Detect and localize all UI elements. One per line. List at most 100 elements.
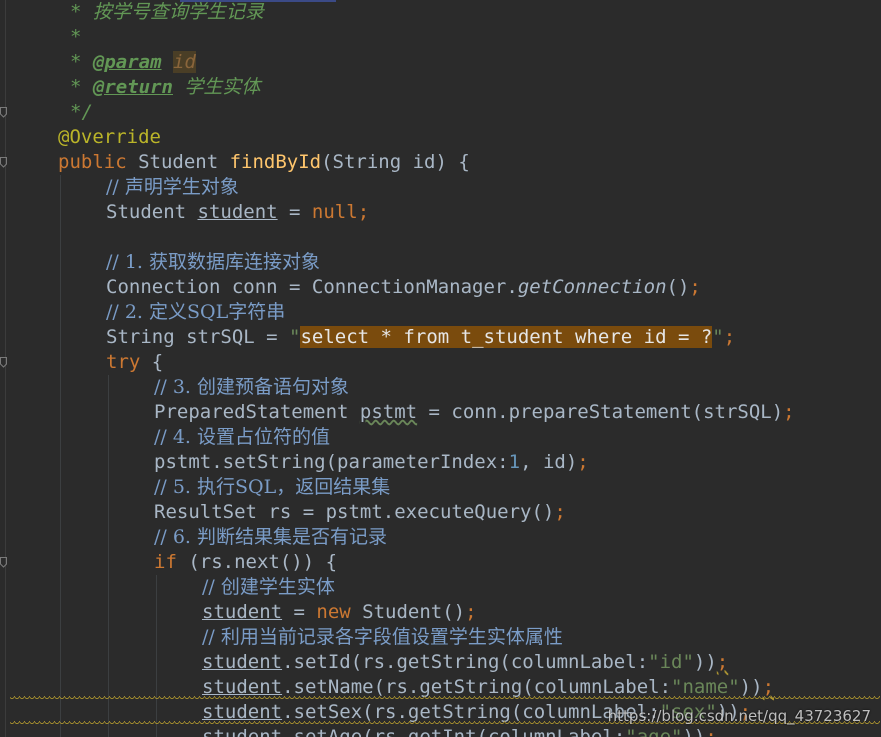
code-line[interactable]: // 创建学生实体	[0, 575, 335, 600]
code-token: ;	[783, 401, 795, 423]
code-token: // 创建学生实体	[202, 576, 335, 598]
code-token: // 利用当前记录各字段值设置学生实体属性	[202, 626, 563, 648]
code-line[interactable]: String strSQL = "select * from t_student…	[0, 325, 735, 350]
code-token: Connection conn = ConnectionManager.	[106, 276, 518, 298]
inlay-parameter-hint: columnLabel:	[510, 651, 649, 673]
code-line[interactable]: if (rs.next()) {	[0, 550, 337, 575]
code-token: *	[70, 26, 82, 48]
code-token: @Override	[58, 126, 161, 148]
code-line[interactable]: student.setAge(rs.getInt(columnLabel:"ag…	[0, 725, 717, 737]
code-token: ()	[666, 276, 690, 298]
code-line[interactable]: // 2. 定义SQL字符串	[0, 300, 285, 325]
code-token: ;	[762, 676, 775, 698]
code-token: ))	[682, 726, 706, 737]
code-line[interactable]: * @param id	[0, 50, 196, 75]
code-line[interactable]	[0, 225, 106, 250]
code-token: new	[316, 601, 363, 623]
code-token: ))	[739, 676, 763, 698]
code-line[interactable]: // 1. 获取数据库连接对象	[0, 250, 320, 275]
code-token: {	[140, 351, 164, 373]
code-token: pstmt.setString(	[154, 451, 338, 473]
code-token: ;	[554, 501, 566, 523]
inlay-parameter-hint: columnLabel:	[487, 726, 626, 737]
code-token: "	[289, 326, 301, 348]
code-token: */	[70, 101, 93, 123]
code-token: // 3. 创建预备语句对象	[154, 376, 350, 398]
code-line[interactable]: pstmt.setString(parameterIndex:1, id);	[0, 450, 589, 475]
code-line[interactable]: Connection conn = ConnectionManager.getC…	[0, 275, 701, 300]
code-line[interactable]: // 3. 创建预备语句对象	[0, 375, 349, 400]
code-token: id	[172, 51, 196, 73]
code-token: "age"	[625, 726, 683, 737]
code-token: 学生实体	[172, 76, 261, 98]
code-token: ))	[693, 651, 717, 673]
code-token: * 按学号查询学生记录	[70, 1, 264, 23]
code-token: (rs.next()) {	[176, 551, 338, 573]
code-token: try	[106, 351, 141, 373]
code-token: ;	[577, 451, 589, 473]
code-token: ;	[716, 651, 729, 673]
code-token: .setName(rs.getString(	[282, 676, 534, 698]
code-line[interactable]: // 6. 判断结果集是否有记录	[0, 525, 387, 550]
code-editor[interactable]: * 按学号查询学生记录 * * @param id * @return 学生实体 */@…	[0, 0, 881, 737]
code-line[interactable]: * 按学号查询学生记录	[0, 0, 264, 25]
code-token: if	[154, 551, 177, 573]
code-token: Student	[106, 201, 198, 223]
code-token: 1	[508, 451, 521, 473]
inlay-parameter-hint: parameterIndex:	[337, 451, 509, 473]
code-token: // 6. 判断结果集是否有记录	[154, 526, 388, 548]
code-line[interactable]: public Student findById(String id) {	[0, 150, 470, 175]
code-line[interactable]: *	[0, 25, 81, 50]
code-line[interactable]: ResultSet rs = pstmt.executeQuery();	[0, 500, 566, 525]
code-line[interactable]: // 5. 执行SQL，返回结果集	[0, 475, 390, 500]
code-line[interactable]: // 声明学生对象	[0, 175, 239, 200]
code-line[interactable]: @Override	[0, 125, 161, 150]
code-token: String strSQL =	[106, 326, 290, 348]
code-token: // 4. 设置占位符的值	[154, 426, 331, 448]
code-line[interactable]: student = new Student();	[0, 600, 477, 625]
code-token: public	[58, 151, 139, 173]
code-token: =	[277, 201, 312, 223]
code-token: getConnection	[517, 276, 667, 298]
code-token: ;	[723, 326, 736, 348]
code-token: , id)	[520, 451, 578, 473]
code-token: (String id) {	[321, 151, 470, 173]
code-token: ;	[689, 276, 701, 298]
code-token: // 5. 执行SQL，返回结果集	[154, 476, 391, 498]
code-token: pstmt	[359, 401, 418, 423]
code-line[interactable]: // 利用当前记录各字段值设置学生实体属性	[0, 625, 563, 650]
code-token: *	[70, 51, 93, 73]
code-token: .setSex(rs.getString(	[282, 701, 523, 723]
code-token: .setId(rs.getString(	[282, 651, 511, 673]
code-token: ResultSet rs = pstmt.executeQuery()	[154, 501, 555, 523]
code-token: null	[311, 201, 358, 223]
code-token: PreparedStatement	[154, 401, 360, 423]
code-token: // 1. 获取数据库连接对象	[106, 251, 321, 273]
code-line[interactable]: try {	[0, 350, 163, 375]
code-token: =	[282, 601, 317, 623]
code-line[interactable]: PreparedStatement pstmt = conn.prepareSt…	[0, 400, 795, 425]
code-token: .setAge(rs.getInt(	[282, 726, 488, 737]
code-token: ;	[465, 601, 477, 623]
code-token: Student()	[362, 601, 466, 623]
code-token: "	[712, 326, 724, 348]
code-token: @return	[92, 76, 173, 98]
code-token: findById	[229, 151, 322, 173]
code-token: student	[202, 726, 283, 737]
code-token: select * from t_student where id = ?	[300, 326, 713, 348]
code-token: student	[202, 701, 283, 723]
code-token: student	[202, 651, 283, 673]
code-token: "name"	[671, 676, 740, 698]
code-token: student	[202, 676, 283, 698]
code-line[interactable]: */	[0, 100, 93, 125]
watermark: https://blog.csdn.net/qq_43723627	[607, 707, 871, 725]
code-line[interactable]: Student student = null;	[0, 200, 369, 225]
code-line[interactable]: student.setId(rs.getString(columnLabel:"…	[0, 650, 728, 675]
code-line[interactable]: // 4. 设置占位符的值	[0, 425, 330, 450]
code-token: *	[70, 76, 93, 98]
code-token: ;	[705, 726, 717, 737]
code-token: "id"	[648, 651, 694, 673]
code-line[interactable]: * @return 学生实体	[0, 75, 260, 100]
code-token: Student	[138, 151, 230, 173]
